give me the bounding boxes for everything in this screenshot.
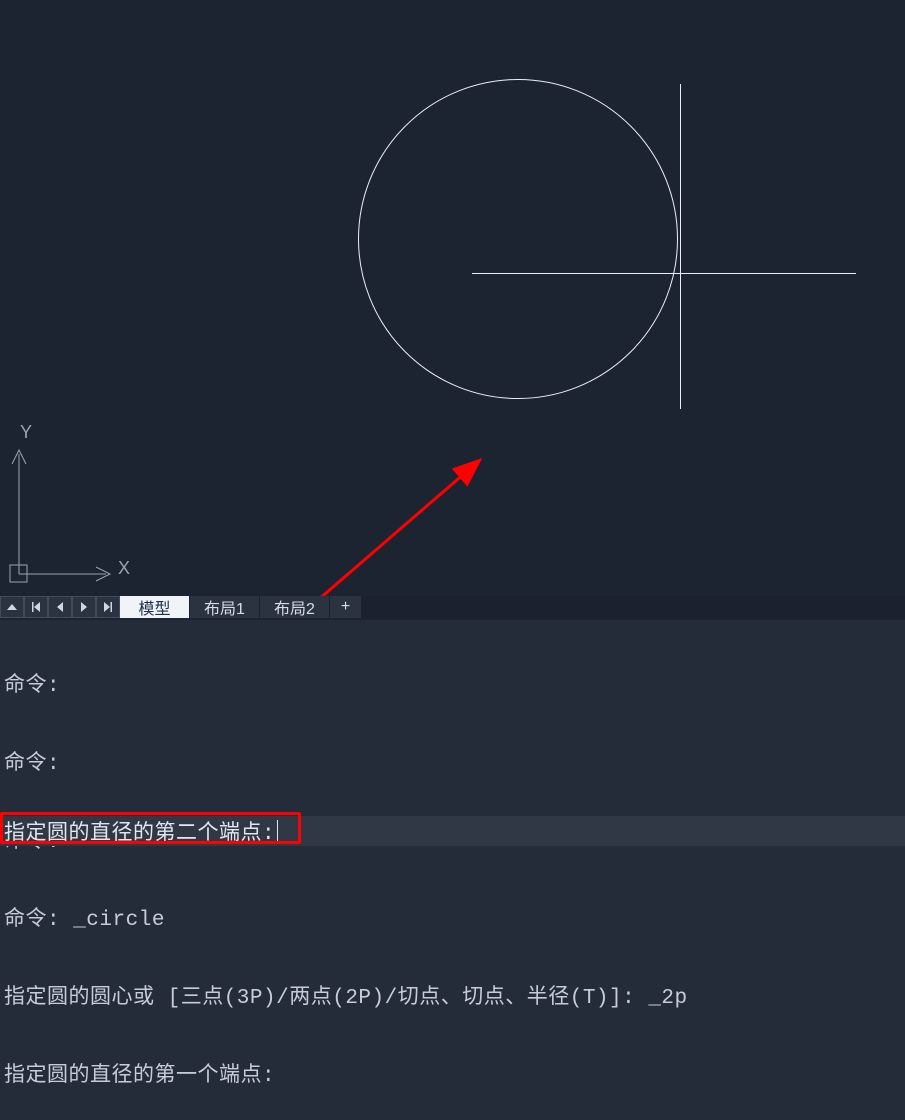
crosshair-vertical bbox=[680, 84, 681, 409]
history-line: 命令: bbox=[4, 674, 901, 700]
history-line: 命令: _circle bbox=[4, 908, 901, 934]
command-input[interactable]: 指定圆的直径的第二个端点: bbox=[0, 816, 905, 846]
command-prompt: 指定圆的直径的第二个端点: bbox=[4, 816, 275, 846]
tab-model[interactable]: 模型 bbox=[120, 596, 190, 618]
history-gap bbox=[0, 792, 905, 816]
input-caret bbox=[277, 820, 278, 842]
ucs-x-label: X bbox=[118, 558, 130, 579]
tab-nav-next[interactable] bbox=[72, 596, 96, 618]
command-history: 命令: 命令: 命令: 命令: _circle 指定圆的圆心或 [三点(3P)/… bbox=[0, 620, 905, 1120]
drawing-canvas[interactable]: Y X bbox=[0, 0, 905, 596]
history-line: 命令: bbox=[4, 752, 901, 778]
ucs-y-label: Y bbox=[20, 422, 32, 443]
tab-layout2[interactable]: 布局2 bbox=[260, 596, 330, 618]
tab-nav-first[interactable] bbox=[24, 596, 48, 618]
tab-layout1[interactable]: 布局1 bbox=[190, 596, 260, 618]
crosshair-horizontal bbox=[472, 273, 856, 274]
ucs-icon bbox=[6, 436, 136, 586]
tab-nav-prev[interactable] bbox=[48, 596, 72, 618]
history-line: 指定圆的圆心或 [三点(3P)/两点(2P)/切点、切点、半径(T)]: _2p bbox=[4, 986, 901, 1012]
tab-nav-menu[interactable] bbox=[0, 596, 24, 618]
tab-nav-last[interactable] bbox=[96, 596, 120, 618]
layout-tab-strip: 模型 布局1 布局2 + bbox=[0, 596, 905, 618]
tab-add[interactable]: + bbox=[330, 596, 362, 618]
history-line: 指定圆的直径的第一个端点: bbox=[4, 1064, 901, 1090]
preview-circle bbox=[358, 79, 678, 399]
